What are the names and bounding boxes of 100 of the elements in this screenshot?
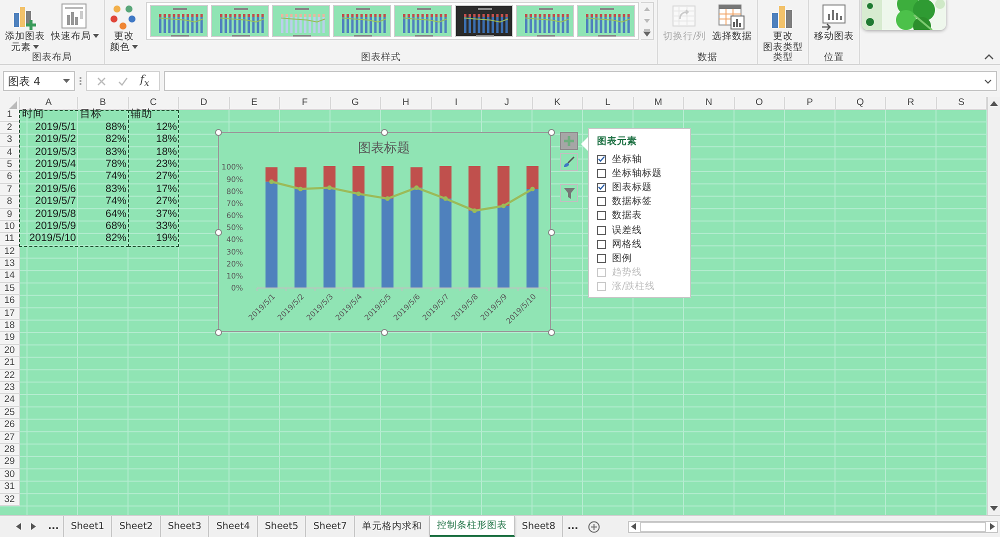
column-header[interactable]: O	[734, 97, 785, 110]
column-header[interactable]: I	[432, 97, 482, 110]
sheet-tab[interactable]: Sheet7	[306, 516, 355, 537]
move-chart-button[interactable]: 移动图表	[812, 2, 856, 43]
chart-style-thumbnail[interactable]	[333, 5, 391, 37]
row-header[interactable]: 13	[0, 258, 20, 270]
collapse-ribbon-icon[interactable]	[984, 54, 994, 60]
checkbox[interactable]	[597, 211, 606, 220]
chart-style-thumbnail[interactable]	[211, 5, 269, 37]
sheet-tab[interactable]: Sheet3	[160, 516, 210, 537]
checkbox[interactable]	[597, 168, 606, 178]
checkbox[interactable]	[597, 240, 606, 249]
checkbox[interactable]	[597, 154, 606, 164]
chart-style-thumbnail[interactable]	[455, 5, 513, 37]
scroll-right-icon[interactable]	[990, 523, 996, 530]
row-header[interactable]: 18	[0, 320, 20, 332]
row-header[interactable]: 11	[0, 233, 20, 246]
row-header[interactable]: 20	[0, 344, 20, 358]
column-header[interactable]: R	[886, 97, 936, 110]
row-header[interactable]: 28	[0, 444, 20, 456]
drag-handle-icon[interactable]	[79, 76, 82, 86]
column-header[interactable]: G	[330, 97, 381, 110]
column-header[interactable]: M	[634, 97, 684, 110]
chart-style-thumbnail[interactable]	[394, 5, 452, 37]
row-header[interactable]: 23	[0, 382, 20, 394]
add-sheet-icon[interactable]	[588, 520, 600, 532]
row-header[interactable]: 32	[0, 494, 20, 506]
column-header[interactable]: K	[532, 97, 583, 110]
quick-layout-button[interactable]: 快速布局	[49, 2, 101, 43]
row-header[interactable]: 15	[0, 282, 20, 296]
chart-style-thumbnail[interactable]	[577, 5, 635, 37]
resize-handle[interactable]	[214, 228, 222, 236]
row-header[interactable]: 26	[0, 419, 20, 432]
column-header[interactable]: H	[381, 97, 432, 110]
column-header[interactable]: J	[482, 97, 532, 110]
column-header[interactable]: L	[583, 97, 634, 110]
row-header[interactable]: 30	[0, 468, 20, 482]
row-header[interactable]: 8	[0, 196, 20, 209]
row-header[interactable]: 17	[0, 308, 20, 320]
column-header[interactable]: C	[128, 97, 179, 110]
row-header[interactable]: 14	[0, 270, 20, 283]
column-header[interactable]: B	[78, 97, 128, 110]
resize-handle[interactable]	[214, 128, 222, 136]
select-data-button[interactable]: 选择数据	[710, 2, 754, 43]
checkbox[interactable]	[597, 197, 606, 206]
change-colors-button[interactable]: 更改 颜色	[108, 2, 140, 54]
row-header[interactable]: 31	[0, 481, 20, 494]
chart-style-thumbnail[interactable]	[516, 5, 574, 37]
row-header[interactable]: 4	[0, 146, 20, 159]
row-header[interactable]: 3	[0, 134, 20, 147]
row-header[interactable]: 12	[0, 246, 20, 258]
checkbox-option[interactable]: 数据表	[597, 208, 642, 223]
row-header[interactable]: 27	[0, 432, 20, 444]
sheet-tab[interactable]: Sheet2	[112, 516, 161, 537]
sheet-tab[interactable]: Sheet4	[209, 516, 258, 537]
more-styles-icon[interactable]	[643, 29, 651, 37]
row-header[interactable]: 22	[0, 370, 20, 382]
row-header[interactable]: 29	[0, 456, 20, 469]
checkbox-option[interactable]: 网格线	[597, 237, 642, 252]
column-header[interactable]: P	[785, 97, 836, 110]
scroll-up-icon[interactable]	[990, 100, 998, 106]
insert-function-button[interactable]: f$_{x}$	[140, 72, 150, 90]
sheet-tab[interactable]: Sheet1	[64, 516, 112, 537]
checkbox-option[interactable]: 图表标题	[597, 180, 652, 195]
vertical-scrollbar[interactable]	[987, 97, 1000, 515]
sheet-tab[interactable]: 控制条柱形图表	[430, 516, 515, 537]
row-header[interactable]: 25	[0, 406, 20, 420]
cancel-icon[interactable]	[97, 76, 106, 86]
row-header[interactable]: 19	[0, 332, 20, 345]
column-header[interactable]: E	[230, 97, 280, 110]
row-header[interactable]: 5	[0, 158, 20, 172]
resize-handle[interactable]	[380, 128, 388, 136]
resize-handle[interactable]	[214, 328, 222, 336]
chart-style-thumbnail[interactable]	[150, 5, 208, 37]
column-header[interactable]: D	[179, 97, 230, 110]
row-header[interactable]: 2	[0, 122, 20, 134]
checkbox-option[interactable]: 坐标轴标题	[597, 166, 662, 180]
checkbox[interactable]	[597, 226, 606, 235]
more-sheets-button[interactable]: ...	[44, 516, 63, 537]
row-header[interactable]: 16	[0, 295, 20, 308]
column-header[interactable]: F	[280, 97, 330, 110]
checkbox[interactable]	[597, 254, 606, 263]
column-header[interactable]: Q	[836, 97, 886, 110]
check-icon[interactable]	[118, 76, 128, 86]
next-sheet-icon[interactable]	[31, 523, 36, 530]
checkbox-option[interactable]: 坐标轴	[597, 152, 642, 166]
row-header[interactable]: 6	[0, 171, 20, 184]
scroll-down-icon[interactable]	[990, 506, 998, 512]
chart-styles-button[interactable]	[560, 153, 578, 171]
column-header[interactable]: S	[936, 97, 987, 110]
horizontal-scrollbar[interactable]	[628, 520, 998, 532]
expand-icon[interactable]	[984, 78, 992, 84]
name-box[interactable]: 图表 4	[3, 71, 75, 91]
previous-sheet-icon[interactable]	[16, 523, 21, 530]
chart-style-thumbnail[interactable]	[272, 5, 330, 37]
row-header[interactable]: 24	[0, 394, 20, 407]
resize-handle[interactable]	[548, 128, 554, 136]
chart-filters-button[interactable]	[560, 184, 578, 202]
checkbox-option[interactable]: 数据标签	[597, 194, 652, 209]
row-header[interactable]: 1	[0, 109, 20, 122]
